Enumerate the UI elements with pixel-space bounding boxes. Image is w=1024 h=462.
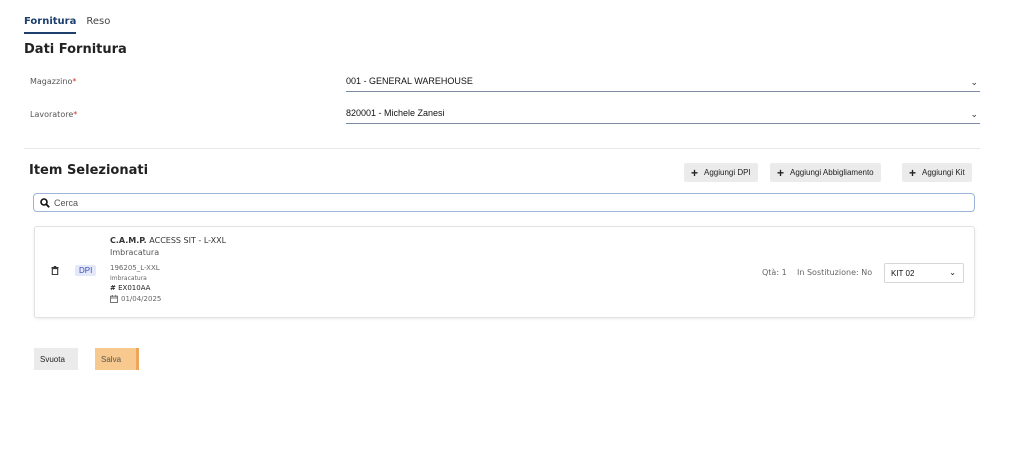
chevron-down-icon: ⌄: [970, 109, 978, 119]
section-title-dati-fornitura: Dati Fornitura: [24, 42, 127, 57]
item-serial-row: # EX010AA: [110, 284, 150, 292]
add-dpi-label: Aggiungi DPI: [704, 168, 751, 177]
item-subcategory: Imbracatura: [110, 275, 147, 282]
magazzino-value: 001 - GENERAL WAREHOUSE: [346, 76, 473, 86]
hash-icon: #: [110, 284, 116, 292]
add-abbigliamento-label: Aggiungi Abbigliamento: [790, 168, 874, 177]
lavoratore-value: 820001 - Michele Zanesi: [346, 108, 445, 118]
lavoratore-select[interactable]: 820001 - Michele Zanesi ⌄: [346, 108, 980, 124]
item-date: 01/04/2025: [121, 295, 162, 303]
item-code: 196205_L-XXL: [110, 264, 160, 272]
magazzino-label-text: Magazzino: [30, 77, 73, 86]
chevron-down-icon: ⌄: [949, 268, 956, 277]
item-category: Imbracatura: [110, 248, 160, 257]
item-substitution: In Sostituzione: No: [797, 268, 873, 277]
item-date-row: 01/04/2025: [110, 295, 161, 303]
section-title-item-selezionati: Item Selezionati: [29, 163, 149, 178]
save-button[interactable]: Salva: [95, 348, 139, 370]
plus-icon: +: [691, 165, 699, 180]
required-mark: *: [72, 77, 77, 86]
add-kit-button[interactable]: + Aggiungi Kit: [902, 163, 972, 182]
lavoratore-label: Lavoratore*: [30, 110, 77, 119]
kit-select[interactable]: KIT 02 ⌄: [884, 263, 964, 283]
search-icon: [40, 197, 50, 208]
save-label: Salva: [101, 354, 122, 364]
item-title: C.A.M.P. ACCESS SIT - L-XXL: [110, 236, 226, 245]
magazzino-label: Magazzino*: [30, 77, 76, 86]
item-name: ACCESS SIT - L-XXL: [149, 236, 227, 245]
lavoratore-label-text: Lavoratore: [30, 110, 74, 119]
clear-button[interactable]: Svuota: [34, 348, 78, 370]
item-brand: C.A.M.P.: [110, 236, 147, 245]
chevron-down-icon: ⌄: [970, 77, 978, 87]
search-placeholder: Cerca: [54, 197, 79, 208]
tab-fornitura[interactable]: Fornitura: [24, 14, 77, 34]
tab-reso[interactable]: Reso: [86, 14, 110, 36]
item-serial: EX010AA: [118, 284, 151, 292]
add-dpi-button[interactable]: + Aggiungi DPI: [684, 163, 758, 182]
section-divider: [24, 148, 980, 149]
magazzino-select[interactable]: 001 - GENERAL WAREHOUSE ⌄: [346, 76, 980, 92]
required-mark: *: [73, 110, 78, 119]
search-input[interactable]: Cerca: [33, 193, 975, 212]
clear-label: Svuota: [40, 354, 65, 364]
plus-icon: +: [777, 165, 785, 180]
add-kit-label: Aggiungi Kit: [922, 168, 965, 177]
tab-bar: Fornitura Reso: [24, 14, 110, 36]
kit-value: KIT 02: [891, 269, 915, 278]
calendar-icon: [110, 295, 118, 303]
trash-icon[interactable]: [51, 266, 59, 275]
add-abbigliamento-button[interactable]: + Aggiungi Abbigliamento: [770, 163, 881, 182]
item-quantity: Qtà: 1: [762, 268, 787, 277]
plus-icon: +: [909, 165, 917, 180]
item-badge: DPI: [75, 265, 97, 276]
